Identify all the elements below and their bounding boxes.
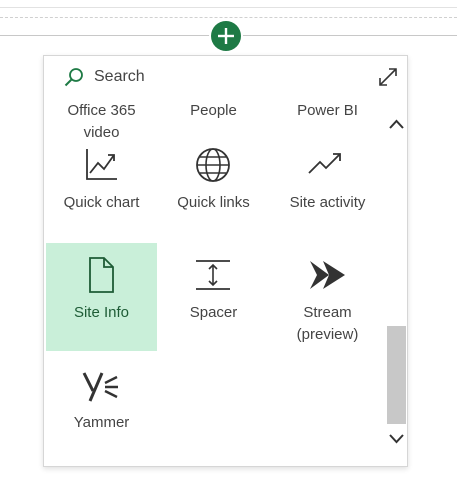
webpart-label: Quick chart (63, 194, 140, 211)
webpart-quick-links[interactable]: Quick links (158, 133, 269, 241)
scrollbar-thumb[interactable] (387, 326, 406, 424)
globe-icon (196, 148, 230, 182)
webpart-people[interactable]: People (158, 98, 269, 134)
expand-icon[interactable] (378, 67, 398, 87)
webpart-site-activity[interactable]: Site activity (272, 133, 383, 241)
section-divider-dotted (0, 17, 457, 18)
webpart-yammer[interactable]: Yammer (46, 353, 157, 461)
webpart-label: Power BI (297, 102, 358, 119)
section-top-border (0, 7, 457, 8)
add-webpart-button[interactable] (211, 21, 241, 51)
webpart-label: Quick links (177, 194, 250, 211)
webpart-label: People (190, 102, 237, 119)
webpart-list: Office 365 video People Power BI Quick c… (44, 98, 386, 466)
webpart-site-info[interactable]: Site Info (46, 243, 157, 351)
webpart-label: Yammer (73, 414, 130, 431)
line-chart-icon (86, 149, 117, 180)
yammer-icon (82, 372, 118, 402)
webpart-label: Site activity (289, 194, 366, 211)
webpart-label: Office 365 (67, 102, 136, 119)
search-input[interactable]: Search (94, 68, 145, 86)
spacer-icon (196, 260, 230, 290)
webpart-quick-chart[interactable]: Quick chart (46, 133, 157, 241)
scrollbar[interactable] (386, 98, 407, 466)
stream-icon (310, 261, 345, 289)
chevron-down-icon[interactable] (386, 430, 407, 448)
webpart-stream[interactable]: Stream (preview) (272, 243, 383, 351)
plus-icon (218, 28, 234, 44)
webpart-toolbox: Search Office 365 video People Power BI (43, 55, 408, 467)
webpart-label: Stream (303, 304, 352, 321)
trend-icon (308, 153, 341, 174)
page-icon (89, 257, 114, 293)
webpart-office365-video[interactable]: Office 365 video (46, 98, 157, 141)
webpart-label: Spacer (189, 304, 238, 321)
search-bar[interactable]: Search (44, 56, 407, 98)
chevron-up-icon[interactable] (386, 116, 407, 134)
search-icon (64, 68, 83, 87)
webpart-power-bi[interactable]: Power BI (272, 98, 383, 134)
webpart-label: (preview) (296, 326, 359, 343)
webpart-spacer[interactable]: Spacer (158, 243, 269, 351)
webpart-label: Site Info (73, 304, 130, 321)
